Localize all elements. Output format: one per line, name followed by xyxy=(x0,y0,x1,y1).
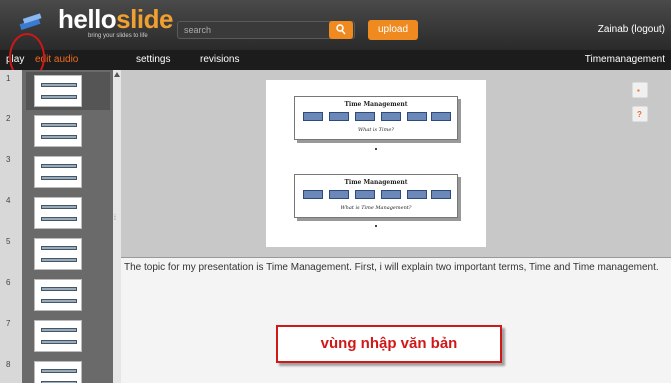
logo-text-slide: slide xyxy=(116,4,173,34)
help-icon: ? xyxy=(637,110,642,119)
slide-thumbnail xyxy=(34,197,82,229)
thumbnail-number: 2 xyxy=(6,114,11,123)
sidebar-scrollbar[interactable] xyxy=(113,70,121,383)
tab-revisions[interactable]: revisions xyxy=(200,54,239,65)
slide-thumbnail xyxy=(34,320,82,352)
thumbnail-item[interactable] xyxy=(26,276,110,314)
tab-bar: play edit audio settings revisions Timem… xyxy=(0,50,671,70)
thumbnail-item[interactable] xyxy=(26,72,110,110)
logo[interactable]: helloslide xyxy=(58,4,173,35)
top-bar: helloslide bring your slides to life sea… xyxy=(0,0,671,50)
tab-settings[interactable]: settings xyxy=(136,54,170,65)
upload-button[interactable]: upload xyxy=(368,20,418,40)
thumbnail-item[interactable] xyxy=(26,153,110,191)
user-logout-link[interactable]: Zainab (logout) xyxy=(598,24,665,35)
annotation-callout: vùng nhập văn bản xyxy=(276,325,502,363)
thumbnail-number: 6 xyxy=(6,278,11,287)
thumbnail-item[interactable] xyxy=(26,194,110,232)
slide-box-subtitle: What is Time Management? xyxy=(340,205,412,211)
help-button[interactable]: ? xyxy=(632,106,648,122)
clock-icons xyxy=(303,190,451,200)
thumbnail-item[interactable] xyxy=(26,235,110,273)
slide-box-2: Time Management What is Time Management? xyxy=(294,174,458,218)
slide-thumbnail xyxy=(34,279,82,311)
thumbnail-number: 3 xyxy=(6,155,11,164)
slide-dot xyxy=(375,148,377,150)
resize-grip-icon[interactable]: ⁞ xyxy=(114,215,116,222)
search-button[interactable] xyxy=(329,21,353,39)
slide-thumbnail xyxy=(34,115,82,147)
slide-thumbnail xyxy=(34,361,82,383)
thumbnail-number: 1 xyxy=(6,74,11,83)
logo-text-hello: hello xyxy=(58,4,117,34)
scroll-up-arrow-icon[interactable] xyxy=(114,72,120,77)
slide-view: Time Management What is Time? Time Manag… xyxy=(121,70,671,257)
slide-thumbnail xyxy=(34,156,82,188)
save-icon: ▪ xyxy=(637,86,640,95)
slide-box-1: Time Management What is Time? xyxy=(294,96,458,140)
notes-textarea[interactable]: The topic for my presentation is Time Ma… xyxy=(121,257,671,383)
clock-icons xyxy=(303,112,451,122)
save-button[interactable]: ▪ xyxy=(632,82,648,98)
slide-thumbnail xyxy=(34,238,82,270)
thumbnail-sidebar: 1 2 3 4 5 6 7 8 xyxy=(0,70,121,383)
tagline: bring your slides to life xyxy=(88,33,148,39)
logo-icon xyxy=(18,13,44,33)
slide-dot xyxy=(375,225,377,227)
thumbnail-item[interactable] xyxy=(26,112,110,150)
presentation-title: Timemanagement xyxy=(584,54,665,65)
notes-text[interactable]: The topic for my presentation is Time Ma… xyxy=(124,262,664,274)
slide-box-subtitle: What is Time? xyxy=(357,127,394,133)
thumbnail-number: 7 xyxy=(6,319,11,328)
thumbnail-item[interactable] xyxy=(26,317,110,355)
search-icon xyxy=(336,24,346,35)
slide-box-title: Time Management xyxy=(344,179,408,186)
thumbnail-item[interactable] xyxy=(26,358,110,383)
thumbnail-number: 4 xyxy=(6,196,11,205)
slide-canvas[interactable]: Time Management What is Time? Time Manag… xyxy=(266,80,486,247)
search-placeholder: search xyxy=(184,25,212,35)
slide-box-title: Time Management xyxy=(344,101,408,108)
slide-thumbnail xyxy=(34,75,82,107)
thumbnail-number: 5 xyxy=(6,237,11,246)
thumbnail-number: 8 xyxy=(6,360,11,369)
